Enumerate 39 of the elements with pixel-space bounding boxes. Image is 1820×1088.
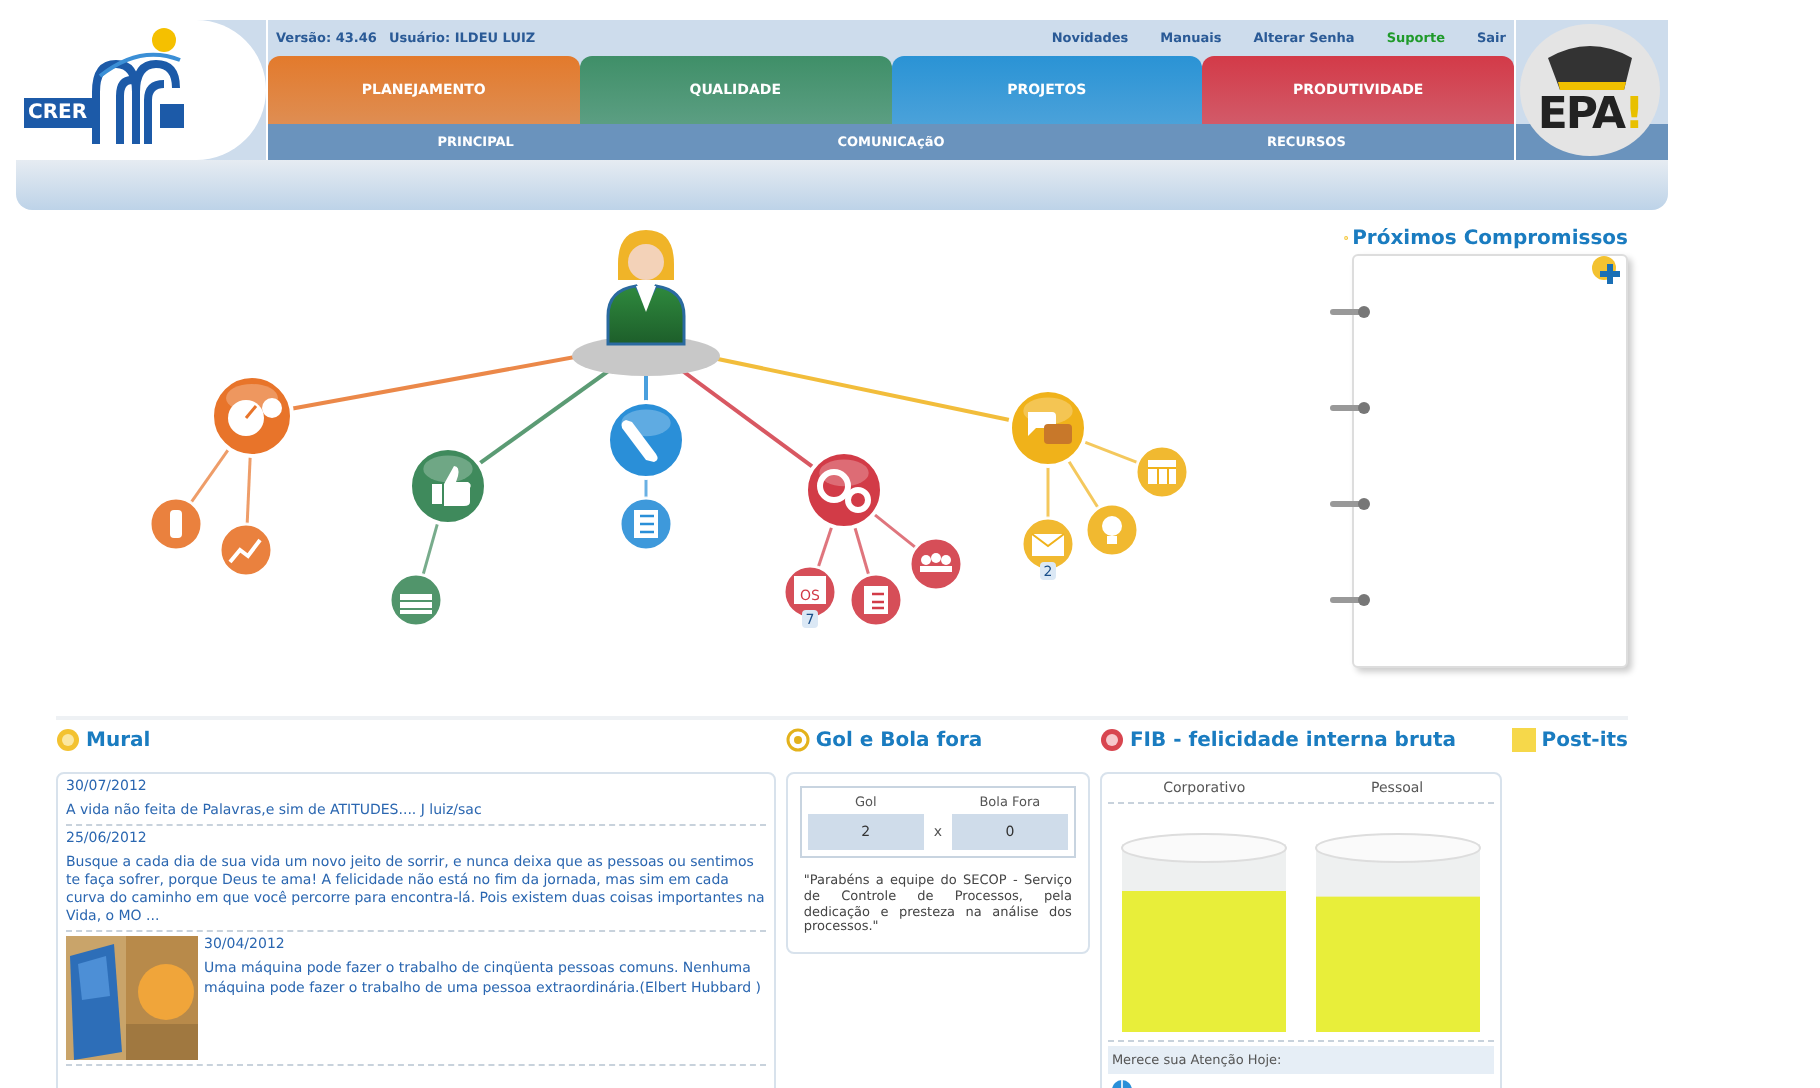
gears-icon[interactable] [804, 450, 884, 530]
ring-binder-icon [1330, 594, 1370, 606]
ball-icon [785, 728, 810, 752]
arches-icon [87, 48, 184, 148]
list-icon[interactable] [618, 496, 674, 552]
traffic-light-icon[interactable] [148, 496, 204, 552]
logo-text: CRER [24, 98, 92, 128]
person-avatar[interactable] [606, 230, 686, 346]
checklist-icon[interactable] [848, 572, 904, 628]
section-title: Próximos Compromissos [1352, 227, 1628, 249]
logo-text: EPA! [1537, 94, 1643, 138]
scroll-icon[interactable] [606, 400, 686, 480]
sun-icon [152, 28, 176, 52]
connector-line [644, 478, 648, 498]
people-icon[interactable] [908, 536, 964, 592]
chat-icon[interactable] [1008, 388, 1088, 468]
ring-binder-icon [1330, 306, 1370, 318]
gauge-icon[interactable] [210, 374, 294, 458]
section-title: Mural [86, 729, 151, 751]
bulb-icon[interactable] [1084, 502, 1140, 558]
ring-binder-icon [1330, 402, 1370, 414]
sticky-note-icon [1511, 728, 1536, 752]
thumbs-up-icon[interactable] [408, 446, 488, 526]
trend-icon[interactable] [218, 522, 274, 578]
section-title: Gol e Bola fora [815, 729, 983, 751]
stack-icon[interactable] [388, 572, 444, 628]
circle-icon [1099, 728, 1124, 752]
calendar-icon[interactable] [1134, 444, 1190, 500]
connector-line [421, 522, 440, 576]
connector-line [1046, 466, 1050, 518]
connector-line [245, 455, 252, 525]
connector-line [816, 525, 834, 568]
add-icon[interactable] [1590, 254, 1622, 286]
connector-line [189, 447, 231, 504]
mail-icon[interactable] [1020, 516, 1076, 572]
section-title: Post-its [1541, 729, 1628, 751]
ring-binder-icon [1330, 498, 1370, 510]
gauge-icon [1544, 42, 1636, 94]
section-title: FIB - felicidade interna bruta [1129, 729, 1457, 751]
